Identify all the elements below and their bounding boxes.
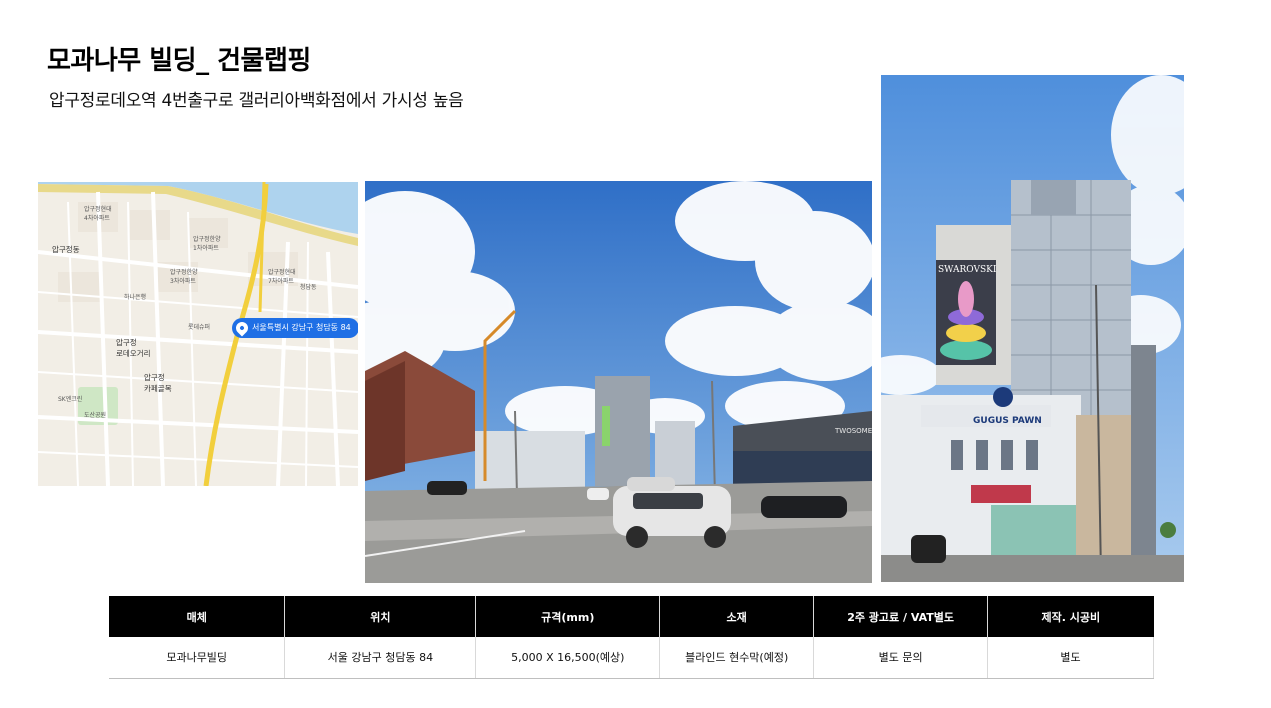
map-label-apt-3: 압구정한양 3차아파트 xyxy=(170,269,198,285)
header-price: 2주 광고료 / VAT별도 xyxy=(813,596,989,637)
map-pin-label: 서울특별시 강남구 청담동 84 xyxy=(252,323,351,332)
map-label-park: 도산공원 xyxy=(84,412,107,419)
spec-table: 매체 위치 규격(mm) 소재 2주 광고료 / VAT별도 제작. 시공비 모… xyxy=(109,596,1154,679)
building-scene: SWAROVSKI GUGUS PAWN xyxy=(881,75,1184,582)
cell-media: 모과나무빌딩 xyxy=(109,637,286,679)
pawn-sign: GUGUS PAWN xyxy=(973,416,1042,426)
map-label-rodeo: 압구정 로데오거리 xyxy=(116,338,151,358)
map-label-apt-1: 압구정한양 1차아파트 xyxy=(193,236,221,252)
cell-location: 서울 강남구 청담동 84 xyxy=(284,637,477,679)
map-label-cafe-alley: 압구정 카페골목 xyxy=(144,373,172,393)
cell-material: 블라인드 현수막(예정) xyxy=(659,637,815,679)
cell-production-cost: 별도 xyxy=(987,637,1154,679)
header-media: 매체 xyxy=(109,596,286,637)
swarovski-sign: SWAROVSKI xyxy=(938,265,997,275)
map-label-apt-7: 압구정현대 7차아파트 xyxy=(268,269,296,285)
location-pin-icon xyxy=(233,319,251,337)
map-label-apt-4: 압구정현대 4차아파트 xyxy=(84,206,112,222)
header-size: 규격(mm) xyxy=(475,596,661,637)
page-subtitle: 압구정로데오역 4번출구로 갤러리아백화점에서 가시성 높음 xyxy=(49,91,464,111)
map-location-pin[interactable]: 서울특별시 강남구 청담동 84 xyxy=(232,318,358,338)
cell-price: 별도 문의 xyxy=(813,637,989,679)
cafe-sign: TWOSOME xyxy=(834,427,872,435)
page-title: 모과나무 빌딩_ 건물랩핑 xyxy=(47,46,311,76)
location-map[interactable]: 압구정동 압구정 로데오거리 압구정 카페골목 하나은행 도산공원 SK엔크린 … xyxy=(38,182,358,486)
header-production-cost: 제작. 시공비 xyxy=(987,596,1154,637)
street-scene: TWOSOME xyxy=(365,181,872,583)
map-label-super: 롯데슈퍼 xyxy=(188,324,211,331)
header-material: 소재 xyxy=(659,596,815,637)
map-label-cheongdam: 청담동 xyxy=(300,284,317,291)
map-label-bank: 하나은행 xyxy=(124,294,147,301)
cell-size: 5,000 X 16,500(예상) xyxy=(475,637,661,679)
map-label-apgujeong-dong: 압구정동 xyxy=(52,245,80,254)
table-row: 모과나무빌딩 서울 강남구 청담동 84 5,000 X 16,500(예상) … xyxy=(109,637,1154,679)
map-label-gas: SK엔크린 xyxy=(58,396,83,403)
building-photo: SWAROVSKI GUGUS PAWN xyxy=(881,75,1184,582)
street-view-photo: TWOSOME xyxy=(365,181,872,583)
table-header-row: 매체 위치 규격(mm) 소재 2주 광고료 / VAT별도 제작. 시공비 xyxy=(109,596,1154,637)
header-location: 위치 xyxy=(284,596,477,637)
